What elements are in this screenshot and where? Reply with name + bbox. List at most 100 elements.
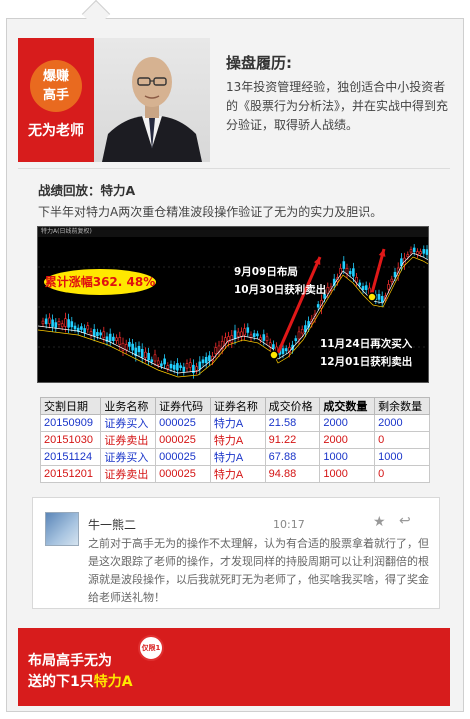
cell-business: 证券卖出 (100, 431, 157, 449)
cell-business: 证券卖出 (100, 465, 157, 483)
candle-body (380, 295, 384, 303)
candle-body (284, 348, 288, 352)
bio-text: 13年投资管理经验，独创适合中小投资者的《股票行为分析法》，并在实战中得到充分验… (226, 80, 449, 132)
candle-body (256, 333, 259, 337)
candle-body (352, 268, 355, 277)
cell-code: 000025 (155, 414, 211, 432)
cell-remaining: 2000 (374, 414, 430, 432)
footer-highlight: 特力A (93, 674, 133, 690)
candle-body (118, 337, 122, 345)
cell-remaining: 0 (374, 431, 430, 449)
cell-qty: 1000 (319, 465, 376, 483)
buy-marker-1 (269, 350, 279, 360)
candle-body (147, 352, 150, 361)
candle-body (156, 360, 160, 365)
footer-banner[interactable]: 布局高手无为 送的下1只特力A 仅限1天 (18, 628, 450, 706)
candle-body (204, 356, 208, 364)
candle-body (348, 271, 352, 275)
footer-line2: 送的下1只特力A (28, 671, 133, 691)
candle-body (233, 330, 237, 339)
candle-body (73, 325, 77, 330)
comment-text: 之前对于高手无为的操作不太理解，认为有合适的股票拿着就行了，但是这次跟踪了老师的… (88, 537, 429, 604)
col-date: 交割日期 (39, 397, 102, 415)
chart-header: 特力A(日线前复权) (38, 227, 428, 237)
candle-body (281, 348, 285, 354)
candle-body (262, 334, 266, 341)
candle-body (124, 344, 128, 351)
candle-body (144, 351, 147, 359)
table-row: 20151124 证券买入 000025 特力A 67.88 1000 1000 (39, 448, 430, 466)
cell-date: 20151030 (39, 431, 102, 449)
annotation2-line2: 12月01日获利卖出 (320, 356, 413, 368)
candle-body (83, 328, 86, 333)
table-row: 20150909 证券买入 000025 特力A 21.58 2000 2000 (39, 414, 430, 432)
review-title: 战绩回放：特力A (38, 183, 136, 198)
cell-remaining: 1000 (374, 448, 430, 466)
candle-body (137, 345, 141, 353)
candle-body (326, 287, 330, 294)
candle-body (195, 366, 198, 371)
col-code: 证券代码 (155, 397, 211, 415)
candle-body (80, 326, 83, 330)
candle-body (99, 332, 102, 336)
avatar[interactable] (45, 512, 79, 546)
cell-price: 67.88 (264, 448, 321, 466)
candle-body (128, 341, 131, 347)
candle-body (345, 267, 349, 274)
candle-body (409, 249, 413, 253)
star-icon[interactable]: ★ (373, 514, 386, 530)
comment-time: 10:17 (273, 518, 305, 531)
gain-label: 累计涨幅362. 48% (44, 269, 156, 295)
cell-qty: 2000 (319, 414, 376, 432)
candle-body (214, 347, 218, 354)
comment-card: 牛一熊二 10:17 ★ ↩ 之前对于高手无为的操作不太理解，认为有合适的股票拿… (32, 497, 440, 609)
trade-table: 交割日期 业务名称 证券代码 证券名称 成交价格 成交数量 剩余数量 20150… (39, 397, 430, 483)
cell-qty: 2000 (319, 431, 376, 449)
candle-body (252, 333, 256, 338)
cell-date: 20150909 (39, 414, 102, 432)
candle-body (64, 318, 67, 327)
badge-circle: 爆赚 高手 (30, 60, 82, 112)
comment-author[interactable]: 牛一熊二 (88, 516, 136, 533)
teacher-photo-illustration (102, 57, 202, 162)
cell-date: 20151201 (39, 465, 102, 483)
candle-body (188, 362, 192, 368)
candle-body (115, 337, 118, 341)
candle-body (358, 282, 362, 286)
candle-body (153, 354, 157, 362)
candle-body (201, 359, 205, 364)
col-qty: 成交数量 (319, 397, 376, 415)
candle-body (121, 342, 125, 351)
annotation2-line1: 11月24日再次买入 (320, 338, 413, 350)
candle-body (140, 348, 144, 358)
candle-body (208, 355, 211, 362)
candle-body (390, 278, 394, 283)
cell-name: 特力A (209, 431, 266, 449)
candle-body (419, 251, 422, 255)
buy-marker-2 (367, 292, 377, 302)
candle-body (48, 317, 51, 324)
cell-price: 91.22 (264, 431, 321, 449)
candle-body (425, 249, 428, 255)
candle-body (259, 337, 262, 341)
candle-body (272, 344, 275, 349)
candle-body (246, 327, 250, 333)
candle-body (172, 364, 176, 370)
badge-line1: 爆赚 (42, 69, 69, 84)
reply-icon[interactable]: ↩ (399, 513, 411, 529)
profile-section: 爆赚 高手 无为老师 操盘履历: 13年投资管理经验，独创适合中小投资者的《股票… (18, 38, 450, 166)
footer-line2-prefix: 送的下1只 (28, 674, 94, 690)
candle-body (92, 329, 96, 337)
candle-body (406, 254, 410, 257)
candle-body (198, 361, 202, 370)
annotation-first-trade: 9月09日布局 10月30日获利卖出 (234, 263, 326, 299)
candle-body (294, 338, 298, 342)
annotation-second-trade: 11月24日再次买入 12月01日获利卖出 (320, 335, 412, 371)
candle-body (243, 328, 246, 336)
candle-body (377, 293, 381, 300)
col-business: 业务名称 (100, 397, 157, 415)
candle-body (393, 271, 397, 278)
candle-body (176, 363, 179, 371)
cell-code: 000025 (155, 448, 211, 466)
teacher-badge: 爆赚 高手 无为老师 (18, 38, 94, 162)
